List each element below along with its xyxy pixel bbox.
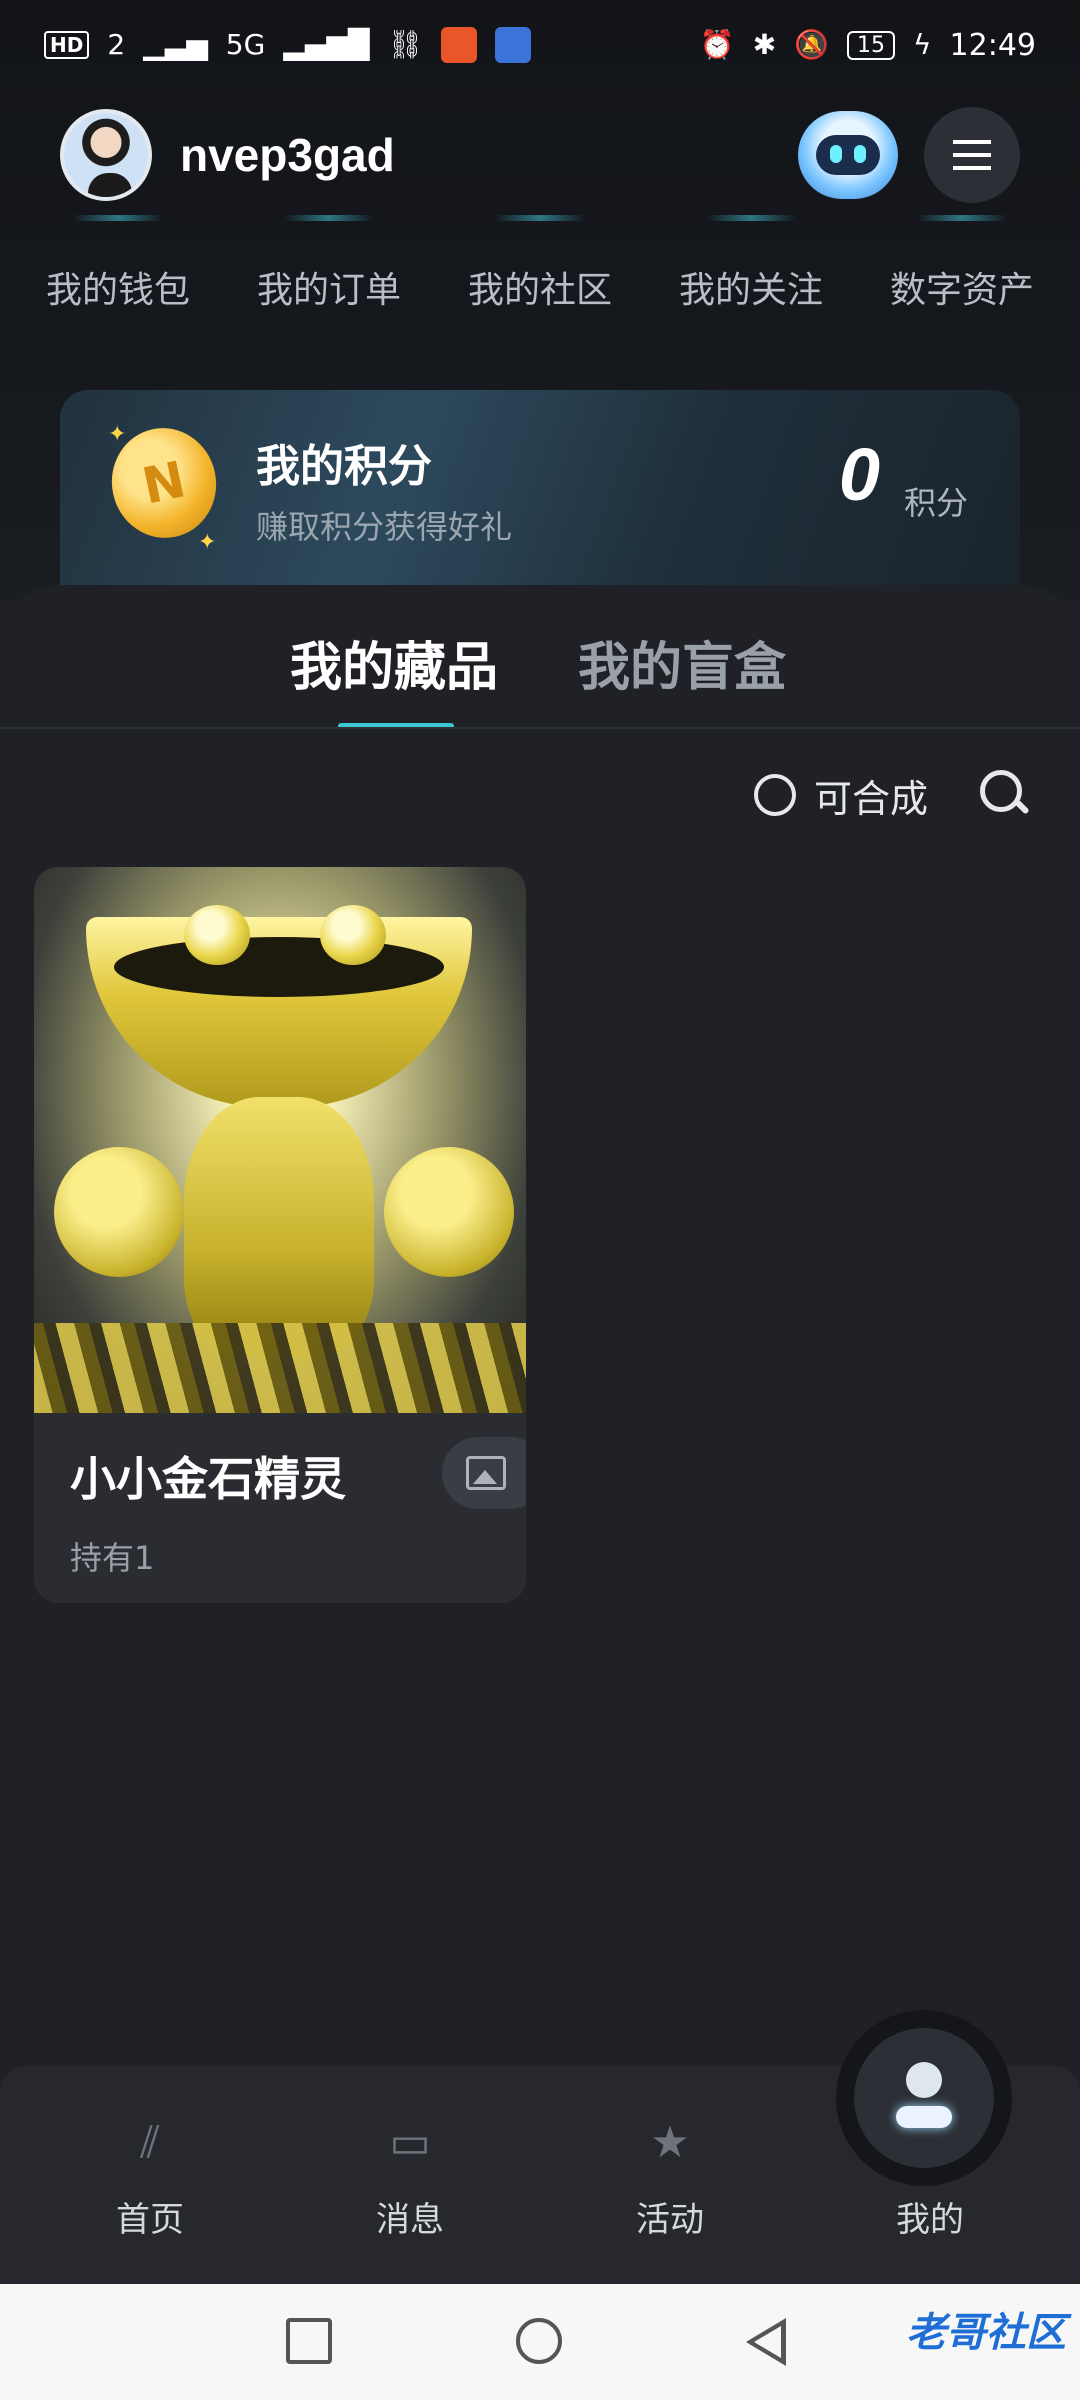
mute-bell-icon: 🔕 <box>794 28 830 61</box>
orders-icon <box>284 215 374 221</box>
art-eye-right <box>320 905 386 965</box>
nav-label: 消息 <box>376 2200 444 2240</box>
nav-me[interactable]: 我的 <box>830 2116 1030 2241</box>
robot-eye-right <box>854 145 866 163</box>
collection-tabs: 我的藏品 我的盲盒 <box>0 625 1080 715</box>
username: nvep3gad <box>180 129 395 181</box>
points-subtitle: 赚取积分获得好礼 <box>256 508 513 546</box>
composable-radio[interactable] <box>753 774 796 816</box>
art-body <box>184 1097 374 1357</box>
watermark: 老哥社区 <box>906 2310 1066 2356</box>
sparkle-icon: ✦ <box>198 530 217 555</box>
quick-nav-community[interactable]: 我的社区 <box>440 215 640 335</box>
status-left: HD 2 ▁▃▅ 5G ▂▄▆█ ⛓ <box>44 27 531 63</box>
tab-my-blind-box[interactable]: 我的盲盒 <box>578 625 786 700</box>
battery-icon: 15 <box>847 30 896 60</box>
art-bowl-opening <box>114 937 444 997</box>
art-arm-left <box>54 1147 184 1277</box>
app-notification-icon <box>440 27 477 63</box>
points-card[interactable]: N ✦ ✦ 我的积分 赚取积分获得好礼 0 积分 <box>60 390 1020 610</box>
charging-icon: ϟ <box>913 28 932 61</box>
tab-my-collection[interactable]: 我的藏品 <box>290 625 498 700</box>
quick-nav-label: 我的钱包 <box>45 270 190 311</box>
collectible-holding: 持有1 <box>70 1539 155 1577</box>
nav-label: 我的 <box>896 2200 964 2240</box>
nav-label: 首页 <box>116 2200 184 2240</box>
view-image-button[interactable] <box>442 1437 526 1509</box>
search-icon[interactable] <box>980 770 1030 820</box>
wallet-icon <box>73 215 163 221</box>
search-handle <box>1014 799 1030 815</box>
community-icon <box>495 215 585 221</box>
nav-home[interactable]: ⫽ 首页 <box>50 2116 250 2241</box>
divider <box>0 727 1080 729</box>
sparkle-icon: ✦ <box>108 422 127 447</box>
system-nav: 老哥社区 <box>0 2284 1080 2400</box>
art-arm-right <box>384 1147 514 1277</box>
points-value: 0 <box>838 433 880 516</box>
points-unit: 积分 <box>903 484 968 522</box>
5g-label: 5G <box>225 28 266 61</box>
image-icon <box>466 1456 506 1490</box>
robot-eye-left <box>830 145 842 163</box>
robot-face <box>816 135 880 175</box>
collection-card[interactable]: 小小金石精灵 持有1 <box>34 867 526 1603</box>
link-icon: ⛓ <box>387 28 423 61</box>
assistant-robot-icon[interactable] <box>798 111 898 199</box>
alarm-icon: ⏰ <box>699 28 735 61</box>
quick-nav-label: 我的社区 <box>467 270 612 311</box>
quick-nav-label: 我的关注 <box>678 270 823 311</box>
bluetooth-icon: ✱ <box>752 28 777 61</box>
points-title: 我的积分 <box>256 441 432 492</box>
nav-me-spacer <box>903 2116 957 2170</box>
signal-strong-icon: ▂▄▆█ <box>283 28 370 61</box>
home-button[interactable] <box>516 2318 562 2364</box>
activity-icon: ★ <box>650 2117 690 2168</box>
status-right: ⏰ ✱ 🔕 15 ϟ 12:49 <box>700 28 1036 63</box>
quick-nav-digital-assets[interactable]: 数字资产 <box>862 215 1062 335</box>
collectible-name: 小小金石精灵 <box>70 1452 346 1506</box>
message-icon: ▭ <box>389 2117 431 2168</box>
art-eye-left <box>184 905 250 965</box>
back-button[interactable] <box>746 2318 786 2366</box>
home-icon: ⫽ <box>140 2117 160 2168</box>
digital-assets-icon <box>917 215 1007 221</box>
quick-nav: 我的钱包 我的订单 我的社区 我的关注 数字资产 <box>0 215 1080 335</box>
nav-activities[interactable]: ★ 活动 <box>570 2116 770 2241</box>
bottom-nav: ⫽ 首页 ▭ 消息 ★ 活动 我的 <box>0 2010 1080 2284</box>
app-notification-icon-2 <box>494 27 531 63</box>
quick-nav-wallet[interactable]: 我的钱包 <box>18 215 218 335</box>
nav-messages[interactable]: ▭ 消息 <box>310 2116 510 2241</box>
quick-nav-orders[interactable]: 我的订单 <box>229 215 429 335</box>
signal-icon: ▁▃▅ <box>143 28 208 61</box>
filter-bar: 可合成 <box>753 765 1030 825</box>
clock: 12:49 <box>949 27 1036 63</box>
nav-label: 活动 <box>636 2200 704 2240</box>
hamburger-icon <box>953 140 991 170</box>
profile-header: nvep3gad <box>60 105 1020 205</box>
quick-nav-label: 我的订单 <box>256 270 401 311</box>
collectible-image <box>34 867 526 1413</box>
composable-label[interactable]: 可合成 <box>814 768 928 823</box>
status-bar: HD 2 ▁▃▅ 5G ▂▄▆█ ⛓ ⏰ ✱ 🔕 15 ϟ 12:49 <box>0 0 1080 90</box>
quick-nav-following[interactable]: 我的关注 <box>651 215 851 335</box>
quick-nav-label: 数字资产 <box>889 270 1034 311</box>
recent-apps-button[interactable] <box>286 2318 332 2364</box>
menu-button[interactable] <box>924 107 1020 203</box>
art-crystals <box>34 1323 526 1413</box>
avatar[interactable] <box>60 109 152 201</box>
hd-badge: HD <box>44 31 90 59</box>
sim2-label: 2 <box>107 28 126 61</box>
following-icon <box>706 215 796 221</box>
collection-panel: 我的藏品 我的盲盒 可合成 小小金石精灵 持有1 <box>0 585 1080 2065</box>
profile-icon-head <box>906 2062 942 2098</box>
